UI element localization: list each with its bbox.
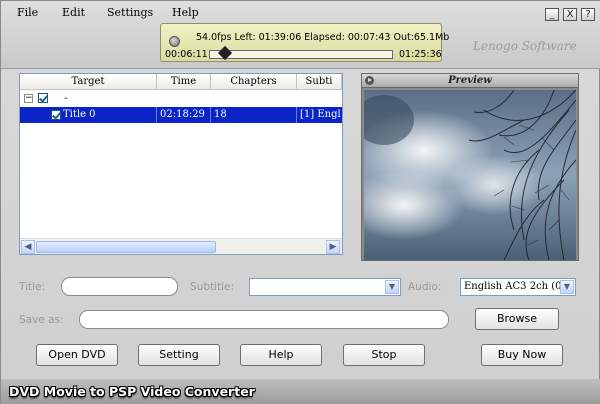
preview-header: Preview [362,74,578,88]
chevron-down-icon[interactable]: ▼ [385,280,399,294]
column-target[interactable]: Target [20,74,157,90]
stop-button[interactable]: Stop [343,344,425,366]
help-action-button[interactable]: Help [240,344,322,366]
preview-title: Preview [448,75,492,86]
app-title: DVD Movie to PSP Video Converter [9,384,255,399]
sky-tree-image [364,90,576,260]
scroll-thumb[interactable] [36,241,216,253]
title-label: Title: [19,281,46,293]
brand-name: Lenogo Software [473,39,577,53]
close-button[interactable]: X [563,8,577,21]
tree-root-row[interactable]: − - [20,91,342,107]
table-header: Target Time Chapters Subti [20,74,342,90]
audio-value: English AC3 2ch (0: [464,281,565,292]
root-checkbox[interactable] [38,93,48,103]
top-bar: File Edit Settings Help _ X ? 54.0fps Le… [1,1,600,69]
menu-help[interactable]: Help [172,6,199,19]
minimize-button[interactable]: _ [545,8,559,21]
menu-file[interactable]: File [17,6,38,19]
save-as-input[interactable] [79,310,449,329]
scroll-right-icon[interactable]: ▶ [326,240,340,254]
collapse-toggle[interactable]: − [24,94,33,103]
elapsed-time: 00:06:11 [165,49,208,60]
audio-select[interactable]: English AC3 2ch (0: ▼ [460,278,576,296]
cell-chapters: 18 [211,107,297,123]
subtitle-select[interactable]: ▼ [249,278,401,296]
seek-bar[interactable] [209,45,393,61]
save-as-label: Save as: [19,314,64,326]
open-dvd-button[interactable]: Open DVD [36,344,118,366]
column-chapters[interactable]: Chapters [211,74,297,90]
buy-now-button[interactable]: Buy Now [481,344,563,366]
app-window: File Edit Settings Help _ X ? 54.0fps Le… [0,0,600,404]
browse-button[interactable]: Browse [475,308,559,330]
cell-time: 02:18:29 [157,107,211,123]
menu-edit[interactable]: Edit [62,6,85,19]
preview-panel: Preview [361,73,579,261]
seek-thumb[interactable] [217,45,233,61]
status-line: 54.0fps Left: 01:39:06 Elapsed: 00:07:43… [196,32,450,43]
scroll-left-icon[interactable]: ◀ [21,240,35,254]
title-input[interactable] [61,277,178,296]
title-table: Target Time Chapters Subti − - Title 0 0… [19,73,343,255]
cell-target: Title 0 [60,107,157,123]
table-row[interactable]: Title 0 02:18:29 18 [1] Engl [20,107,342,123]
status-panel: 54.0fps Left: 01:39:06 Elapsed: 00:07:43… [160,23,449,62]
help-button[interactable]: ? [581,8,595,21]
status-icon[interactable] [169,36,180,47]
menu-settings[interactable]: Settings [107,6,153,19]
total-time: 01:25:36 [399,49,442,60]
subtitle-label: Subtitle: [190,281,235,293]
column-subtitle[interactable]: Subti [297,74,342,90]
chevron-down-icon[interactable]: ▼ [560,280,574,294]
column-time[interactable]: Time [157,74,211,90]
audio-label: Audio: [408,281,442,293]
preview-image [364,90,576,260]
setting-button[interactable]: Setting [138,344,220,366]
horizontal-scrollbar[interactable]: ◀ ▶ [20,238,342,254]
root-label: - [64,93,68,104]
cell-subtitle: [1] Engl [300,109,341,120]
